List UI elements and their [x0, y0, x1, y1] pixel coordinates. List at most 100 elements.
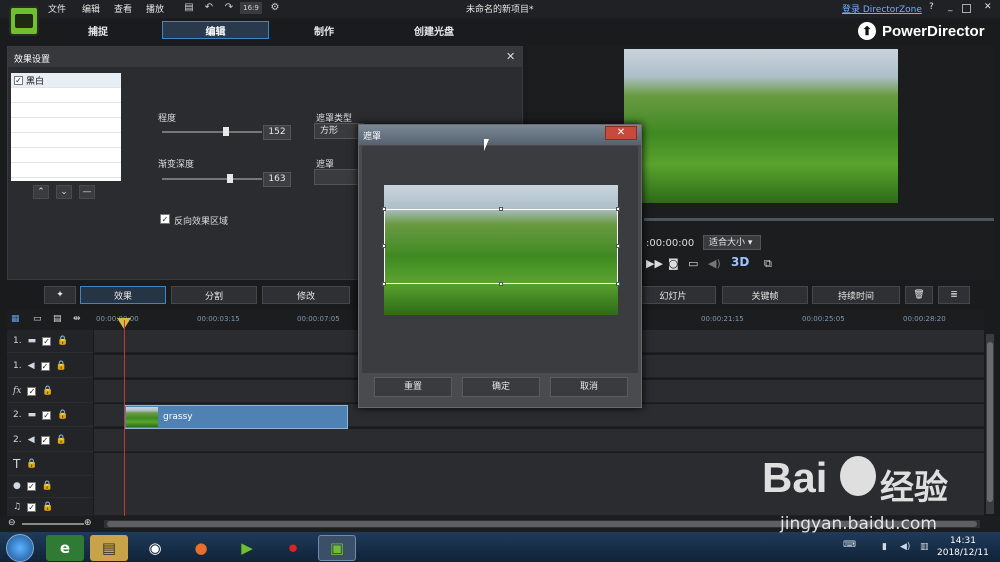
playhead[interactable] — [124, 320, 125, 516]
resize-handle[interactable] — [499, 282, 503, 286]
track-header[interactable]: 1. ▬ ✓ 🔒 — [7, 330, 93, 353]
resize-handle[interactable] — [499, 207, 503, 211]
track-visible-checkbox[interactable]: ✓ — [27, 386, 37, 396]
track-visible-checkbox[interactable]: ✓ — [27, 502, 37, 512]
lock-icon[interactable]: 🔒 — [57, 410, 68, 420]
lock-icon[interactable]: 🔒 — [42, 386, 53, 396]
list-item[interactable]: ✓ 黑白 — [11, 73, 121, 88]
magic-tools-button[interactable]: ✦ — [44, 286, 76, 304]
close-icon[interactable]: ✕ — [506, 50, 515, 63]
keyframe-button[interactable]: 关键帧 — [722, 286, 808, 304]
mask-dropdown[interactable] — [314, 169, 364, 185]
qq-icon[interactable]: ◉ — [136, 535, 174, 561]
settings-gear-icon[interactable]: ⚙ — [269, 2, 281, 14]
lock-icon[interactable]: 🔒 — [26, 459, 37, 469]
zoom-out-icon[interactable]: ⊖ — [8, 518, 16, 528]
track-header[interactable]: 2. ◀ ✓ 🔒 — [7, 429, 93, 452]
media-player-icon[interactable]: ▶ — [228, 535, 266, 561]
display-icon[interactable]: ▭ — [688, 257, 698, 270]
track-header[interactable]: fx ✓ 🔒 — [7, 380, 93, 403]
feather-value[interactable]: 163 — [263, 172, 291, 187]
volume-tray-icon[interactable]: ◀) — [900, 542, 910, 552]
more-tools-icon[interactable]: ≣ — [938, 286, 970, 304]
delete-icon[interactable]: 🗑 — [905, 286, 933, 304]
tab-produce[interactable]: 制作 — [286, 21, 362, 39]
modify-button[interactable]: 修改 — [262, 286, 350, 304]
track-lane[interactable] — [94, 429, 984, 452]
tab-edit[interactable]: 编辑 — [162, 21, 269, 39]
feather-slider-thumb[interactable] — [227, 174, 233, 183]
menu-file[interactable]: 文件 — [48, 2, 66, 15]
clock-date[interactable]: 2018/12/11 — [937, 548, 989, 558]
start-button[interactable] — [6, 534, 34, 562]
resize-handle[interactable] — [382, 244, 386, 248]
menu-edit[interactable]: 编辑 — [82, 2, 100, 15]
invert-checkbox[interactable]: ✓ — [160, 214, 170, 224]
lock-icon[interactable]: 🔒 — [42, 481, 53, 491]
volume-icon[interactable]: ◀) — [708, 257, 721, 270]
move-down-button[interactable]: ⌄ — [56, 185, 72, 199]
aspect-ratio-button[interactable]: 16:9 — [240, 2, 262, 14]
screen-recorder-icon[interactable]: ⏺ — [274, 535, 312, 561]
3d-mode-icon[interactable]: 3D — [731, 255, 749, 269]
effect-button[interactable]: 效果 — [80, 286, 166, 304]
lock-icon[interactable]: 🔒 — [56, 435, 67, 445]
lock-icon[interactable]: 🔒 — [42, 502, 53, 512]
browser-360-icon[interactable]: e — [46, 535, 84, 561]
degree-slider[interactable] — [162, 127, 262, 136]
add-track-icon[interactable]: ▤ — [53, 314, 62, 324]
snapshot-icon[interactable]: ◙ — [668, 257, 679, 270]
menu-view[interactable]: 查看 — [114, 2, 132, 15]
track-header[interactable]: ● ✓ 🔒 — [7, 475, 93, 498]
powerdirector-taskbar-icon[interactable]: ▣ — [318, 535, 356, 561]
track-visible-checkbox[interactable]: ✓ — [40, 435, 50, 445]
track-header[interactable]: T 🔒 — [7, 453, 93, 476]
track-visible-checkbox[interactable]: ✓ — [42, 410, 52, 420]
file-explorer-icon[interactable]: ▤ — [90, 535, 128, 561]
slideshow-button[interactable]: 幻灯片 — [630, 286, 716, 304]
keyboard-icon[interactable]: ⌨ — [843, 540, 856, 550]
track-visible-checkbox[interactable]: ✓ — [40, 361, 50, 371]
detach-preview-icon[interactable]: ⧉ — [764, 257, 772, 271]
cancel-button[interactable]: 取消 — [550, 377, 628, 397]
video-clip[interactable]: grassy — [124, 405, 348, 429]
preview-scrubber[interactable] — [644, 218, 994, 221]
menu-play[interactable]: 播放 — [146, 2, 164, 15]
track-header[interactable]: 1. ◀ ✓ 🔒 — [7, 355, 93, 378]
track-visible-checkbox[interactable]: ✓ — [26, 481, 36, 491]
close-window-button[interactable]: ✕ — [984, 2, 992, 12]
directorzone-login-link[interactable]: 登录 DirectorZone — [842, 2, 922, 15]
reset-button[interactable]: 重置 — [374, 377, 452, 397]
storyboard-icon[interactable]: ▭ — [33, 314, 42, 324]
resize-handle[interactable] — [382, 282, 386, 286]
tab-create-disc[interactable]: 创建光盘 — [394, 21, 474, 39]
remove-button[interactable]: — — [79, 185, 95, 199]
fast-forward-icon[interactable]: ▶▶ — [646, 257, 663, 270]
resize-handle[interactable] — [616, 207, 620, 211]
resize-handle[interactable] — [616, 244, 620, 248]
resize-handle[interactable] — [616, 282, 620, 286]
save-icon[interactable]: ▤ — [183, 2, 195, 14]
track-visible-checkbox[interactable]: ✓ — [42, 336, 52, 346]
tray-icon[interactable]: ▮ — [882, 542, 887, 552]
move-up-button[interactable]: ⌃ — [33, 185, 49, 199]
zoom-in-icon[interactable]: ⊕ — [84, 518, 92, 528]
maximize-button[interactable] — [962, 4, 971, 13]
fit-size-dropdown[interactable]: 适合大小 ▾ — [703, 235, 761, 250]
fit-timeline-icon[interactable]: ⇹ — [73, 314, 81, 324]
lock-icon[interactable]: 🔒 — [56, 361, 67, 371]
degree-slider-thumb[interactable] — [223, 127, 229, 136]
mask-rectangle[interactable] — [384, 209, 618, 284]
tab-capture[interactable]: 捕捉 — [60, 21, 136, 39]
redo-icon[interactable]: ↷ — [223, 2, 235, 14]
zoom-slider[interactable] — [22, 523, 84, 525]
track-header[interactable]: 2. ▬ ✓ 🔒 — [7, 404, 93, 427]
network-icon[interactable]: ▥ — [920, 542, 929, 552]
feather-slider[interactable] — [162, 174, 262, 183]
duration-button[interactable]: 持续时间 — [812, 286, 900, 304]
dialog-close-button[interactable]: ✕ — [605, 126, 637, 140]
effect-checkbox[interactable]: ✓ — [14, 75, 23, 85]
dialog-titlebar[interactable]: 遮罩 ✕ — [359, 125, 641, 145]
degree-value[interactable]: 152 — [263, 125, 291, 140]
split-button[interactable]: 分割 — [171, 286, 257, 304]
